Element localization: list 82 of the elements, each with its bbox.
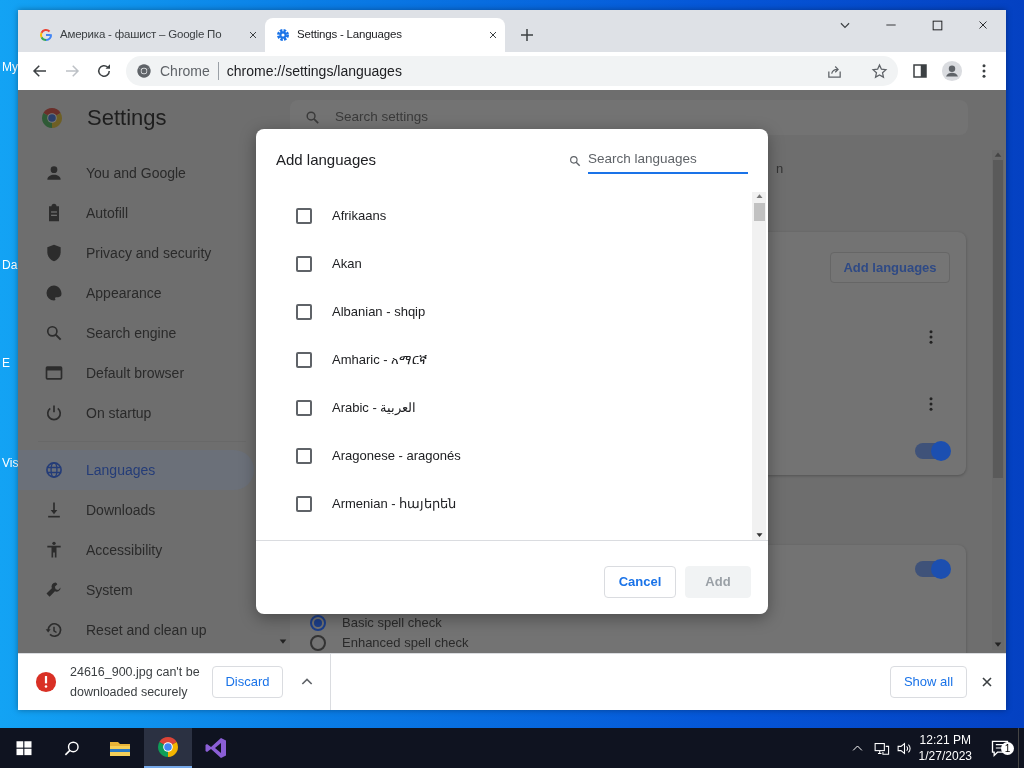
back-icon[interactable] <box>31 62 49 80</box>
search-icon <box>568 153 582 168</box>
option-label: Enhanced spell check <box>342 634 469 653</box>
visual-studio-icon[interactable] <box>204 736 228 760</box>
sidebar-item[interactable]: On startup <box>18 393 254 433</box>
sidebar-item[interactable]: Reset and clean up <box>18 610 254 650</box>
show-all-button[interactable]: Show all <box>890 666 967 698</box>
sidebar-item[interactable]: Search engine <box>18 313 254 353</box>
checkbox[interactable] <box>296 256 312 272</box>
sidebar-item[interactable]: Privacy and security <box>18 233 254 273</box>
checkbox[interactable] <box>296 496 312 512</box>
browser-icon[interactable] <box>156 735 180 759</box>
desktop-icon-label: My <box>2 59 18 76</box>
new-tab-icon[interactable] <box>518 26 536 44</box>
shield-icon <box>44 243 64 263</box>
checkbox[interactable] <box>296 304 312 320</box>
sidebar-item[interactable]: Languages <box>18 450 254 490</box>
search-icon[interactable] <box>62 738 82 758</box>
scroll-up-icon[interactable] <box>754 192 764 201</box>
star-icon[interactable] <box>871 62 888 80</box>
browser-tab[interactable]: Settings - Languages <box>265 18 505 52</box>
toggle-switch[interactable] <box>915 561 949 577</box>
sidebar-item[interactable]: You and Google <box>18 153 254 193</box>
globe-icon <box>44 460 64 480</box>
power-icon <box>44 403 64 423</box>
browser-tab[interactable]: Америка - фашист – Google По <box>28 18 265 52</box>
language-label: Amharic - አማርኛ <box>332 351 428 370</box>
desktop-icon-label: Vis <box>2 455 19 472</box>
desktop-icon-label: Da <box>2 257 18 274</box>
taskbar-app[interactable] <box>144 728 192 768</box>
language-label: Aragonese - aragonés <box>332 447 461 466</box>
download-message: 24616_900.jpg can't be downloaded securely <box>70 664 201 701</box>
language-label: Afrikaans <box>332 207 387 226</box>
reload-icon[interactable] <box>95 62 113 80</box>
checkbox[interactable] <box>296 352 312 368</box>
person-icon <box>44 163 64 183</box>
sidebar-item[interactable]: Appearance <box>18 273 254 313</box>
language-label: Albanian - shqip <box>332 303 426 322</box>
dialog-title: Add languages <box>276 150 378 171</box>
language-label: Arabic - العربية <box>332 399 417 418</box>
accessibility-icon <box>44 540 64 560</box>
checkbox[interactable] <box>296 400 312 416</box>
search-icon <box>304 109 321 126</box>
logo-icon <box>136 63 152 79</box>
address-bar[interactable]: Chrome chrome://settings/languages <box>126 56 898 86</box>
logo-icon <box>40 105 64 130</box>
text-fragment: n <box>776 161 784 176</box>
logo-icon <box>38 27 54 43</box>
cancel-button[interactable]: Cancel <box>604 566 676 598</box>
sidebar-item[interactable]: Default browser <box>18 353 254 393</box>
option-label: Basic spell check <box>342 614 442 633</box>
sidebar-item[interactable]: Autofill <box>18 193 254 233</box>
windows-start-icon[interactable] <box>15 739 33 757</box>
browser-window-icon <box>44 363 64 383</box>
notification-count: 1 <box>1001 742 1014 755</box>
side-panel-icon[interactable] <box>911 62 929 80</box>
close-icon[interactable] <box>487 29 499 41</box>
language-label: Armenian - հայերեն <box>332 495 457 514</box>
sidebar-item[interactable]: Accessibility <box>18 530 254 570</box>
error-icon <box>35 671 57 693</box>
avatar-icon[interactable] <box>941 60 963 82</box>
sidebar-item[interactable]: System <box>18 570 254 610</box>
scrollbar[interactable] <box>752 192 766 540</box>
palette-icon <box>44 283 64 303</box>
add-languages-button[interactable]: Add languages <box>830 252 950 283</box>
search-icon <box>44 323 64 343</box>
checkbox[interactable] <box>296 208 312 224</box>
toggle-switch[interactable] <box>915 443 949 459</box>
history-icon <box>44 620 64 640</box>
page-title: Settings <box>87 104 167 132</box>
desktop-icon-label: E <box>2 355 10 372</box>
discard-button[interactable]: Discard <box>212 666 283 698</box>
close-icon[interactable] <box>247 29 259 41</box>
scrollbar-thumb[interactable] <box>753 203 765 221</box>
sidebar-item[interactable]: Downloads <box>18 490 254 530</box>
gear-icon <box>275 27 291 43</box>
scroll-down-icon[interactable] <box>754 531 764 540</box>
clock[interactable]: 12:21 PM 1/27/2023 <box>918 732 972 764</box>
maximize-icon[interactable] <box>930 18 944 32</box>
radio-button[interactable] <box>310 635 326 651</box>
language-label: Akan <box>332 255 362 274</box>
checkbox[interactable] <box>296 448 312 464</box>
